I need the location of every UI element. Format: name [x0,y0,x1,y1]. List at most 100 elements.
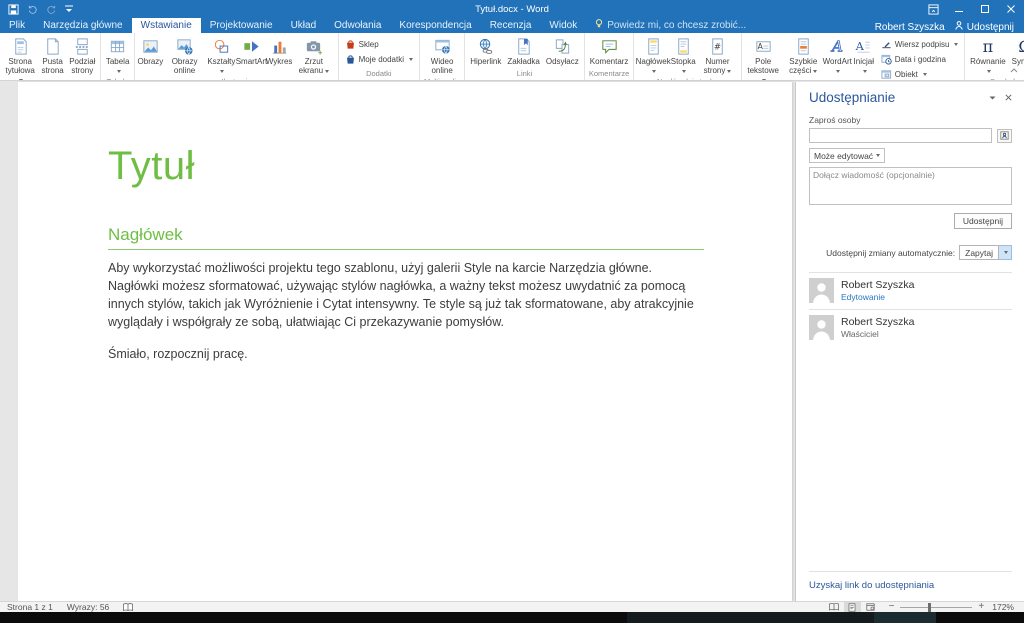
group-header-footer: Nagłówek Stopka # Numer strony Nagłówek … [634,33,741,80]
document-paragraph: Śmiało, rozpocznij pracę. [108,345,704,363]
web-layout-button[interactable] [862,602,879,612]
group-illustrations: Obrazy Obrazy online Kształty SmartArt W… [135,33,338,80]
my-addins-button[interactable]: Moje dodatki [341,52,417,66]
share-button-top[interactable]: Udostępnij [955,21,1014,33]
svg-text:A: A [757,42,763,51]
tab-references[interactable]: Odwołania [325,18,390,33]
table-icon [108,37,127,56]
account-area: Robert Szyszka Udostępnij [875,21,1024,33]
group-addins: Sklep Moje dodatki Dodatki [339,33,420,80]
message-input[interactable] [809,167,1012,205]
tab-mailings[interactable]: Korespondencja [390,18,480,33]
person-row[interactable]: Robert Szyszka Właściciel [809,309,1012,346]
share-submit-button[interactable]: Udostępnij [954,213,1012,229]
page-break-icon [73,37,92,56]
proofing-icon[interactable] [116,603,140,612]
table-button[interactable]: Tabela [103,35,133,77]
page-break-button[interactable]: Podział strony [67,35,98,77]
get-sharing-link[interactable]: Uzyskaj link do udostępniania [809,572,1012,601]
tab-design[interactable]: Projektowanie [201,18,282,33]
lightbulb-icon [595,19,603,31]
online-pictures-icon [175,37,194,56]
tab-home[interactable]: Narzędzia główne [34,18,132,33]
bookmark-button[interactable]: Zakładka [504,35,542,68]
ribbon-display-options-icon[interactable] [920,0,946,18]
comment-button[interactable]: Komentarz [587,35,632,68]
person-name: Robert Szyszka [841,316,915,329]
document-page[interactable]: Tytuł Nagłówek Aby wykorzystać możliwośc… [18,82,792,601]
page-number-button[interactable]: # Numer strony [696,35,738,77]
tab-view[interactable]: Widok [540,18,586,33]
wordart-button[interactable]: A WordArt [824,35,851,77]
view-shortcuts [826,602,879,612]
invite-people-input[interactable] [809,128,992,143]
maximize-icon[interactable] [972,0,998,18]
object-icon [881,69,892,80]
shapes-icon [212,37,231,56]
auto-share-dropdown[interactable]: Zapytaj [959,245,1012,260]
zoom-in-button[interactable]: + [978,602,984,612]
status-bar: Strona 1 z 1 Wyrazy: 56 − + 172% [0,601,1024,612]
ribbon: Strona tytułowa Pusta strona Podział str… [0,33,1024,81]
minimize-icon[interactable] [946,0,972,18]
cover-page-button[interactable]: Strona tytułowa [2,35,38,81]
zoom-percentage[interactable]: 172% [992,602,1024,612]
person-row[interactable]: Robert Szyszka Edytowanie [809,272,1012,309]
word-window: Tytuł.docx - Word Plik Narzędzia główne … [0,0,1024,623]
hyperlink-button[interactable]: Hiperlink [467,35,504,68]
cross-reference-button[interactable]: Odsyłacz [543,35,582,68]
header-button[interactable]: Nagłówek [636,35,669,77]
word-count[interactable]: Wyrazy: 56 [60,602,116,612]
collapse-ribbon-icon[interactable] [1010,60,1018,78]
permission-dropdown[interactable]: Może edytować [809,148,885,163]
cross-reference-icon [553,37,572,56]
tab-insert[interactable]: Wstawianie [132,18,201,33]
store-icon [345,39,356,50]
window-controls [920,0,1024,18]
ribbon-tab-row: Plik Narzędzia główne Wstawianie Projekt… [0,18,1024,33]
pane-close-icon[interactable] [1005,93,1012,103]
group-tables: Tabela Tabele [101,33,136,80]
print-layout-button[interactable] [844,602,861,612]
chart-button[interactable]: Wykres [266,35,292,68]
signature-line-button[interactable]: Wiersz podpisu [877,37,963,51]
footer-button[interactable]: Stopka [670,35,697,77]
page-number-icon: # [708,37,727,56]
tab-review[interactable]: Recenzja [481,18,541,33]
equation-button[interactable]: π Równanie [967,35,1008,77]
zoom-out-button[interactable]: − [889,602,895,612]
zoom-slider[interactable] [900,607,972,608]
pictures-icon [141,37,160,56]
read-mode-button[interactable] [826,602,843,612]
header-icon [644,37,663,56]
text-box-button[interactable]: A Pole tekstowe [744,35,783,81]
blank-page-button[interactable]: Pusta strona [38,35,66,77]
smartart-icon [242,37,261,56]
date-time-button[interactable]: Data i godzina [877,52,963,66]
page-count[interactable]: Strona 1 z 1 [0,602,60,612]
blank-page-icon [43,37,62,56]
tab-layout[interactable]: Układ [282,18,326,33]
pane-dropdown-icon[interactable] [989,93,996,103]
smartart-button[interactable]: SmartArt [237,35,266,68]
tell-me-box[interactable]: Powiedz mi, co chcesz zrobić... [586,17,755,33]
quick-parts-button[interactable]: Szybkie części [783,35,824,77]
object-button[interactable]: Obiekt [877,67,963,81]
drop-cap-icon: A [854,37,873,56]
screenshot-button[interactable]: Zrzut ekranu [292,35,336,77]
account-user[interactable]: Robert Szyszka [875,22,945,33]
store-button[interactable]: Sklep [341,37,417,51]
tab-file[interactable]: Plik [0,18,34,33]
person-name: Robert Szyszka [841,279,915,292]
person-role[interactable]: Edytowanie [841,292,915,302]
drop-cap-button[interactable]: A Inicjał [851,35,877,77]
online-pictures-button[interactable]: Obrazy online [163,35,205,77]
shapes-button[interactable]: Kształty [206,35,237,77]
online-video-button[interactable]: Wideo online [422,35,462,77]
address-book-button[interactable] [997,129,1012,143]
auto-share-label: Udostępnij zmiany automatycznie: [826,248,955,258]
close-icon[interactable] [998,0,1024,18]
zoom-slider-thumb[interactable] [928,603,931,612]
pictures-button[interactable]: Obrazy [137,35,163,68]
group-media: Wideo online Multimedia [420,33,465,80]
